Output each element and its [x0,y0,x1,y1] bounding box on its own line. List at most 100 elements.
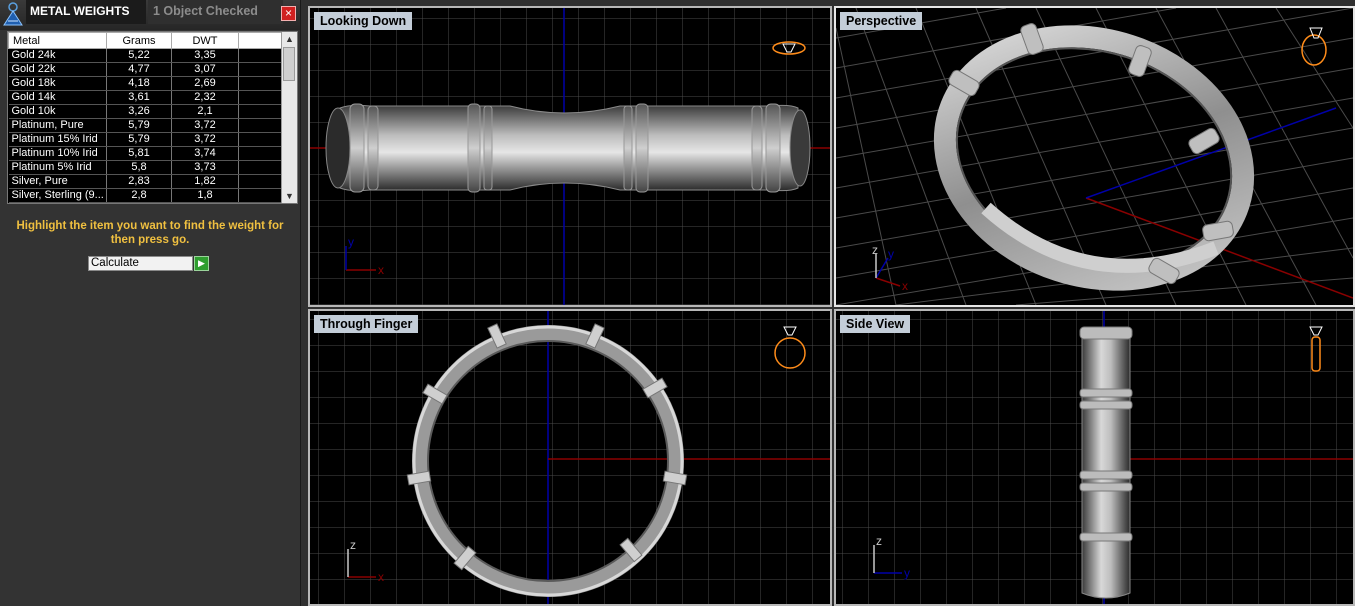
column-header-grams[interactable]: Grams [106,32,172,49]
axis-x-label: x [378,263,384,277]
grams-cell: 2,83 [106,174,172,189]
table-scrollbar[interactable]: ▲ ▼ [281,32,297,203]
empty-cell [238,132,286,147]
axis-y-label: y [888,247,894,261]
panel-title: METAL WEIGHTS [26,0,146,24]
dwt-cell: 3,07 [171,62,239,77]
instruction-text: Highlight the item you want to find the … [16,220,284,246]
front-view-canvas: x z [310,311,830,604]
axis-y-label: y [348,235,354,249]
empty-cell [238,174,286,189]
object-checked-status: 1 Object Checked [148,0,283,24]
axis-z-label: z [876,534,882,548]
dwt-cell: 1,79 [171,202,239,203]
empty-cell [238,76,286,91]
scroll-up-arrow-icon[interactable]: ▲ [282,32,297,46]
axis-y-label: y [904,566,910,580]
side-view-canvas: y z [836,311,1353,604]
grams-cell: 3,61 [106,90,172,105]
metal-cell: Silver, Sterling (9... [8,188,107,203]
table-row[interactable]: Gold 22k 4,77 3,07 [8,62,286,77]
grams-cell: 4,18 [106,76,172,91]
dwt-cell: 3,73 [171,160,239,175]
viewport-looking-down[interactable]: x y Looking Down [308,6,832,307]
table-row[interactable]: Platinum 15% Irid 5,79 3,72 [8,132,286,147]
table-row[interactable]: Platinum, Pure 5,79 3,72 [8,118,286,133]
metal-cell: Silver, Pure [8,174,107,189]
axis-z-label: z [872,243,878,257]
viewport-label-looking-down[interactable]: Looking Down [314,12,413,30]
table-row[interactable]: Silver, Sterling (9... 2,8 1,8 [8,188,286,203]
top-view-canvas: x y [310,8,830,305]
dwt-cell: 1,8 [171,188,239,203]
table-row[interactable]: Gold 24k 5,22 3,35 [8,48,286,63]
viewport-label-through-finger[interactable]: Through Finger [314,315,419,333]
go-button[interactable]: ▶ [194,256,209,271]
metal-cell: Gold 24k [8,48,107,63]
table-row[interactable]: Platinum 10% Irid 5,81 3,74 [8,146,286,161]
metal-weights-panel: METAL WEIGHTS 1 Object Checked × Metal G… [0,0,301,606]
metal-cell: Silver, Coin (900) [8,202,107,203]
empty-cell [238,90,286,105]
axis-x-label: x [902,279,908,293]
empty-cell [238,202,286,203]
grams-cell: 3,26 [106,104,172,119]
dwt-cell: 3,74 [171,146,239,161]
metal-cell: Platinum, Pure [8,118,107,133]
table-row[interactable]: Silver, Pure 2,83 1,82 [8,174,286,189]
column-header-dwt[interactable]: DWT [171,32,239,49]
flask-logo-icon [3,2,23,26]
viewport-side-view[interactable]: y z Side View [834,309,1355,606]
grams-cell: 5,79 [106,118,172,133]
table-row[interactable]: Silver, Coin (900)2,791,79 [8,202,286,203]
metal-cell: Gold 18k [8,76,107,91]
dwt-cell: 3,72 [171,132,239,147]
metal-weights-table: Metal Grams DWT Gold 24k 5,22 3,35 Gold 22k… [7,31,298,204]
metal-cell: Gold 14k [8,90,107,105]
dwt-cell: 1,82 [171,174,239,189]
metal-cell: Gold 10k [8,104,107,119]
empty-cell [238,160,286,175]
ring-top-view [325,103,811,193]
empty-cell [238,62,286,77]
grams-cell: 4,77 [106,62,172,77]
scroll-down-arrow-icon[interactable]: ▼ [282,189,297,203]
metal-cell: Gold 22k [8,62,107,77]
scroll-thumb[interactable] [283,47,295,81]
calculate-dropdown[interactable]: Calculate [88,256,193,271]
dwt-cell: 2,32 [171,90,239,105]
viewport-through-finger[interactable]: x z Through Finger [308,309,832,606]
panel-titlebar: METAL WEIGHTS 1 Object Checked × [0,0,300,30]
grams-cell: 2,8 [106,188,172,203]
viewport-perspective[interactable]: x y z Perspective [834,6,1355,307]
close-button[interactable]: × [281,6,296,21]
perspective-canvas: x y z [836,8,1353,305]
grams-cell: 5,79 [106,132,172,147]
table-row[interactable]: Gold 14k 3,61 2,32 [8,90,286,105]
viewport-label-side-view[interactable]: Side View [840,315,911,333]
empty-cell [238,48,286,63]
empty-cell [238,188,286,203]
column-header-empty [238,32,285,49]
empty-cell [238,146,286,161]
empty-cell [238,104,286,119]
axis-x-label: x [378,570,384,584]
grams-cell: 2,79 [106,202,172,203]
grams-cell: 5,22 [106,48,172,63]
column-header-metal[interactable]: Metal [8,32,107,49]
table-row[interactable]: Gold 18k 4,18 2,69 [8,76,286,91]
empty-cell [238,118,286,133]
ring-side-view [1079,326,1133,599]
metal-cell: Platinum 15% Irid [8,132,107,147]
table-row[interactable]: Platinum 5% Irid 5,8 3,73 [8,160,286,175]
viewport-label-perspective[interactable]: Perspective [840,12,923,30]
dwt-cell: 3,35 [171,48,239,63]
dwt-cell: 2,1 [171,104,239,119]
metal-cell: Platinum 5% Irid [8,160,107,175]
grams-cell: 5,8 [106,160,172,175]
dwt-cell: 3,72 [171,118,239,133]
ring-perspective-view [933,23,1255,291]
table-row[interactable]: Gold 10k 3,26 2,1 [8,104,286,119]
dwt-cell: 2,69 [171,76,239,91]
metal-cell: Platinum 10% Irid [8,146,107,161]
